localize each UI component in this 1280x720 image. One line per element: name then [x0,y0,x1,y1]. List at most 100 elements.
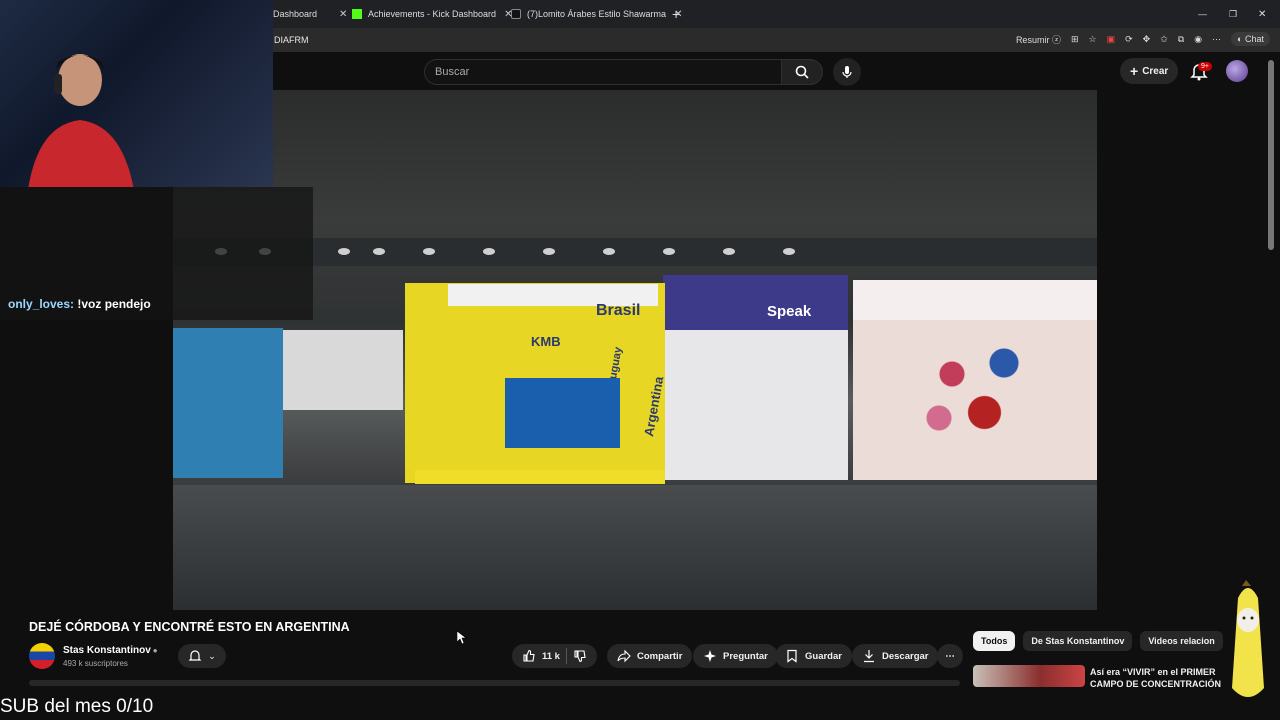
more-icon: ⋯ [945,650,955,662]
window-close-icon[interactable]: ✕ [1258,4,1266,24]
account-avatar[interactable] [1226,60,1248,82]
search-icon [795,65,809,79]
tab-tiktok[interactable]: (7)Lomito Árabes Estilo Shawarma ✕ [511,4,682,24]
ceiling-light [373,248,385,255]
like-count[interactable]: 11 k [542,651,560,662]
like-icon[interactable] [522,649,536,663]
bag-store-sign [853,280,1097,320]
minimize-icon[interactable]: — [1198,4,1207,24]
banana-cat-icon [1232,580,1264,697]
video-title: DEJÉ CÓRDOBA Y ENCONTRÉ ESTO EN ARGENTIN… [29,620,350,634]
sparkle-icon [704,650,716,662]
create-button[interactable]: + Crear [1120,58,1179,84]
share-button[interactable]: Compartir [607,644,693,668]
page-scrollbar[interactable] [1268,60,1274,250]
ceiling-light [483,248,495,255]
ceiling-light [663,248,675,255]
save-label: Guardar [805,650,842,662]
ceiling-light [783,248,795,255]
star-icon[interactable]: ☆ [1089,34,1097,45]
summary-label: Resumir [1015,34,1050,45]
subscription-bell-button[interactable]: ⌄ [178,644,226,668]
search-button[interactable] [781,59,823,85]
chat-text: !voz pendejo [77,297,151,311]
kiosk-base [415,470,665,484]
channel-name: Stas Konstantinov [63,645,151,656]
screen: Dashboard ✕ Achievements - Kick Dashboar… [0,0,1280,720]
new-tab-button[interactable]: + [672,4,680,24]
streamer-silhouette [28,54,134,187]
kiosk-text-brasil: Brasil [596,302,641,319]
save-button[interactable]: Guardar [775,644,852,668]
profile-icon[interactable]: ◉ [1194,34,1202,45]
browser-toolbar: Resumir ⓩ ⊞ ☆ ▣ ⟳ ✥ ✩ ⧉ ◉ ⋯ ◐ Chat [1016,32,1270,46]
favorites-icon[interactable]: ✩ [1160,34,1168,45]
tab-kick-achievements[interactable]: Achievements - Kick Dashboard ✕ [352,4,512,24]
sub-goal-text: SUB del mes 0/10 [0,696,154,717]
ceiling-light [543,248,555,255]
chip-from-channel[interactable]: De Stas Konstantinov [1023,631,1133,651]
plus-icon: + [1130,63,1139,79]
share-label: Compartir [637,650,683,662]
description-box-edge [29,680,960,686]
tab-label: (7)Lomito Árabes Estilo Shawarma [527,9,667,19]
divider [565,648,567,664]
channel-avatar[interactable] [29,643,55,669]
kiosk-desk [505,378,620,448]
ceiling-light [423,248,435,255]
webcam-overlay [0,0,273,187]
recommended-video-thumbnail[interactable] [973,665,1085,687]
close-icon[interactable]: ✕ [339,9,347,20]
ask-label: Preguntar [723,650,768,662]
url-text[interactable]: DIAFRM [274,35,309,45]
tiktok-icon [511,9,521,19]
voice-search-button[interactable] [833,58,861,86]
bookmark-icon [787,649,797,663]
like-dislike-group: 11 k [512,644,597,668]
chip-related[interactable]: Videos relacion [1140,631,1223,651]
ask-button[interactable]: Preguntar [693,644,778,668]
download-button[interactable]: Descargar [852,644,939,668]
chat-username: only_loves: [8,297,75,311]
copilot-chat-button[interactable]: ◐ Chat [1231,32,1270,46]
chat-message: only_loves: !voz pendejo [8,297,151,311]
channel-name-link[interactable]: Stas Konstantinov ● [63,645,158,656]
split-screen-icon[interactable]: ⊞ [1071,34,1079,45]
extension-icon[interactable]: ▣ [1107,34,1116,45]
kick-icon [352,9,362,19]
kiosk-brand: KMB [531,334,561,349]
chip-all[interactable]: Todos [973,631,1016,651]
chat-label: Chat [1244,34,1264,44]
collections-icon[interactable]: ⧉ [1178,34,1184,45]
subscriber-count: 493 k suscriptores [63,659,128,668]
extensions-icon[interactable]: ✥ [1143,34,1151,45]
stream-chat-overlay: only_loves: !voz pendejo [0,187,313,320]
microphone-icon [842,66,852,78]
search-placeholder: Buscar [435,66,470,78]
blue-store [173,328,283,478]
tab-label: Dashboard [273,9,318,19]
speak-store-wall [663,275,848,330]
mouse-cursor-icon [457,631,467,645]
more-icon[interactable]: ⋯ [1212,34,1221,45]
video-player[interactable]: Speak KMB Brasil Uruguay Argentina [173,90,1097,610]
verified-icon: ● [152,646,158,655]
create-label: Crear [1142,65,1169,77]
more-actions-button[interactable]: ⋯ [937,644,963,668]
refresh-icon[interactable]: ⟳ [1125,34,1133,45]
backpacks-display [913,330,1043,440]
search-input[interactable]: Buscar [424,59,781,85]
ceiling-light [603,248,615,255]
notifications-badge: 9+ [1198,62,1212,71]
summary-button[interactable]: Resumir ⓩ [1016,33,1061,46]
chevron-down-icon: ⌄ [208,650,216,661]
floor [173,485,1097,610]
ceiling-light [723,248,735,255]
filter-chips: Todos De Stas Konstantinov Videos relaci… [973,631,1223,651]
download-icon [864,650,874,663]
restore-icon[interactable]: ❐ [1229,4,1237,24]
tab-dashboard[interactable]: Dashboard ✕ [273,4,347,24]
dislike-icon[interactable] [573,649,587,663]
ceiling-light [338,248,350,255]
bell-icon [188,650,202,661]
